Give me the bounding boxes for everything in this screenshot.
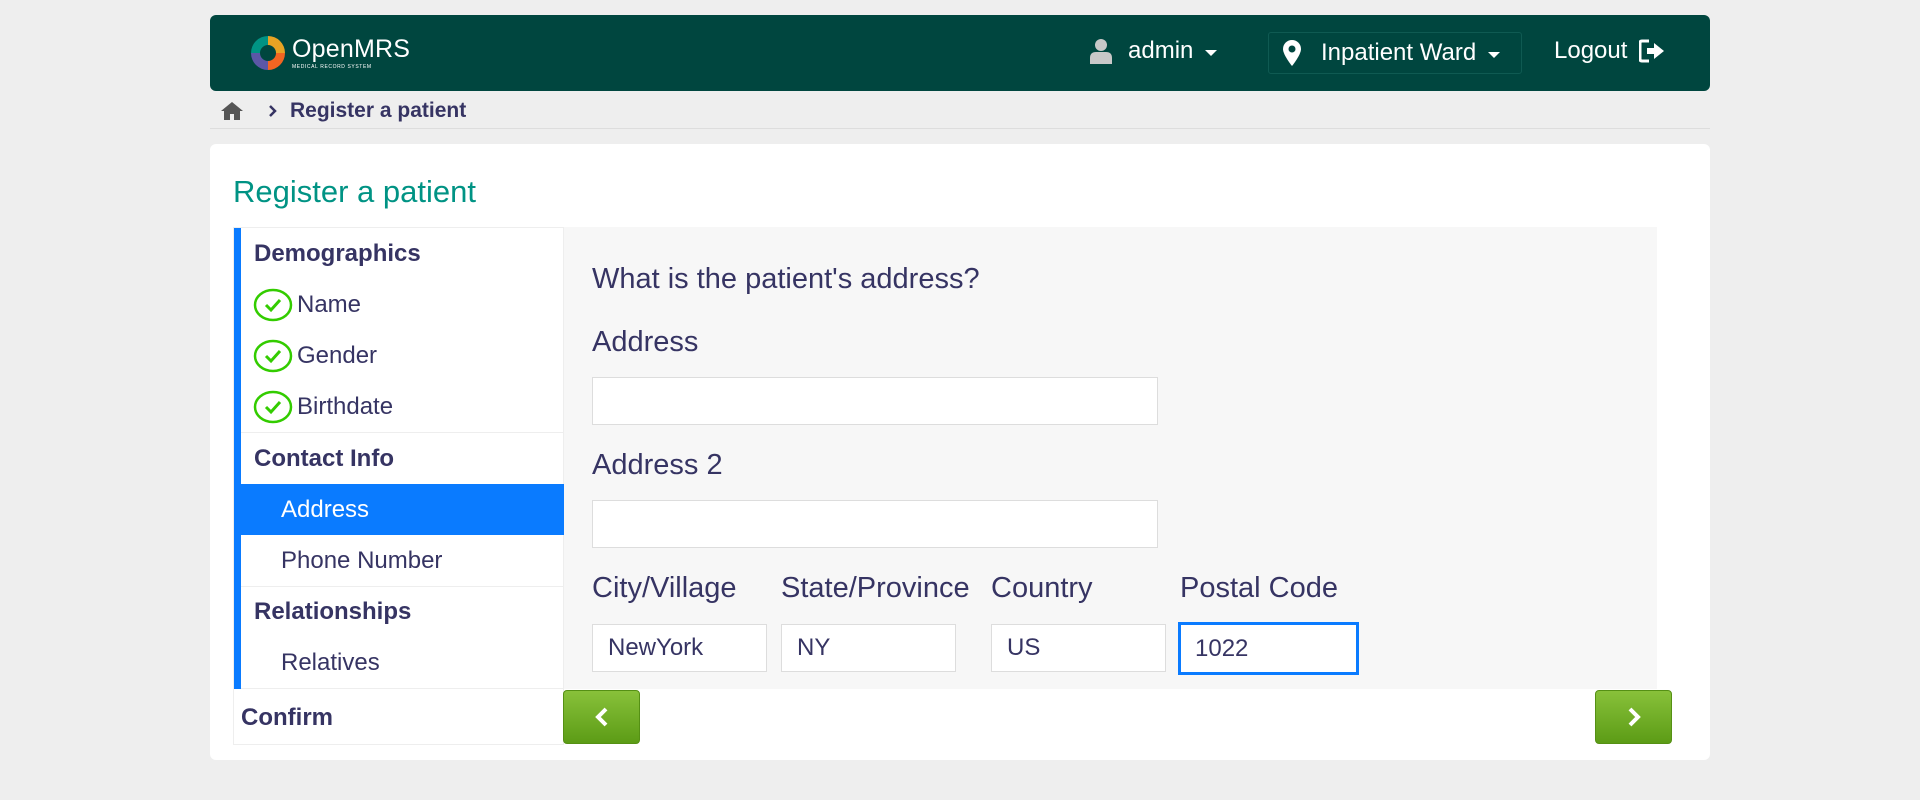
nav-item-address[interactable]: Address [241,484,565,535]
registration-steps-nav: Demographics Name Gender Birthdate Conta… [233,227,565,745]
check-circle-icon [253,288,293,321]
openmrs-logo[interactable]: OpenMRS MEDICAL RECORD SYSTEM [248,33,410,73]
address-input[interactable] [592,377,1158,425]
nav-item-name[interactable]: Name [241,279,565,330]
chevron-right-icon [269,105,277,117]
location-selector[interactable]: Inpatient Ward [1268,32,1522,74]
address2-input[interactable] [592,500,1158,548]
postal-code-label: Postal Code [1180,572,1338,604]
next-button[interactable] [1595,690,1672,744]
logout-icon [1639,39,1665,63]
state-label: State/Province [781,572,970,604]
logo-subtitle: MEDICAL RECORD SYSTEM [292,63,372,70]
main-panel: Register a patient Demographics Name Gen… [210,144,1710,760]
logout-label: Logout [1554,37,1628,64]
user-icon [1090,39,1112,64]
nav-item-label: Name [297,290,362,318]
chevron-down-icon [1205,50,1218,56]
address-label: Address [592,326,699,358]
breadcrumb: Register a patient [210,94,1710,129]
home-icon[interactable] [220,101,244,121]
check-circle-icon [253,390,293,423]
nav-item-label: Phone Number [281,546,443,574]
chevron-down-icon [1488,52,1501,58]
user-menu[interactable]: admin [1090,37,1218,65]
nav-item-relatives[interactable]: Relatives [241,637,565,689]
check-circle-icon [253,339,293,372]
user-name: admin [1128,37,1194,64]
location-name: Inpatient Ward [1321,39,1477,66]
country-label: Country [991,572,1093,604]
nav-item-label: Birthdate [297,392,394,420]
nav-item-gender[interactable]: Gender [241,330,565,381]
chevron-right-icon [1628,707,1641,727]
country-input[interactable] [991,624,1166,672]
logo-title: OpenMRS [292,34,411,63]
top-header: OpenMRS MEDICAL RECORD SYSTEM admin Inpa… [210,15,1710,91]
form-question: What is the patient's address? [592,263,980,295]
city-input[interactable] [592,624,767,672]
chevron-left-icon [594,707,607,727]
city-label: City/Village [592,572,737,604]
nav-section-contact-info: Contact Info Address Phone Number [234,433,565,587]
map-marker-icon [1283,40,1301,66]
nav-section-title[interactable]: Relationships [241,586,565,637]
nav-section-title[interactable]: Contact Info [241,433,565,484]
breadcrumb-current: Register a patient [290,99,467,122]
prev-button[interactable] [563,690,640,744]
nav-item-confirm[interactable]: Confirm [234,692,333,743]
page-title: Register a patient [233,174,476,209]
nav-item-label: Relatives [281,648,380,676]
logout-link[interactable]: Logout [1554,37,1665,65]
openmrs-logo-icon [251,36,285,70]
nav-item-label: Gender [297,341,378,369]
state-input[interactable] [781,624,956,672]
nav-section-title[interactable]: Demographics [241,228,565,279]
nav-item-label: Address [281,495,370,523]
nav-item-phone-number[interactable]: Phone Number [241,535,565,587]
address2-label: Address 2 [592,449,723,481]
nav-section-relationships: Relationships Relatives [234,586,565,689]
address-form: What is the patient's address? Address A… [564,227,1657,689]
nav-item-birthdate[interactable]: Birthdate [241,381,565,433]
nav-section-demographics: Demographics Name Gender Birthdate [234,228,565,433]
postal-code-input[interactable] [1178,622,1359,675]
